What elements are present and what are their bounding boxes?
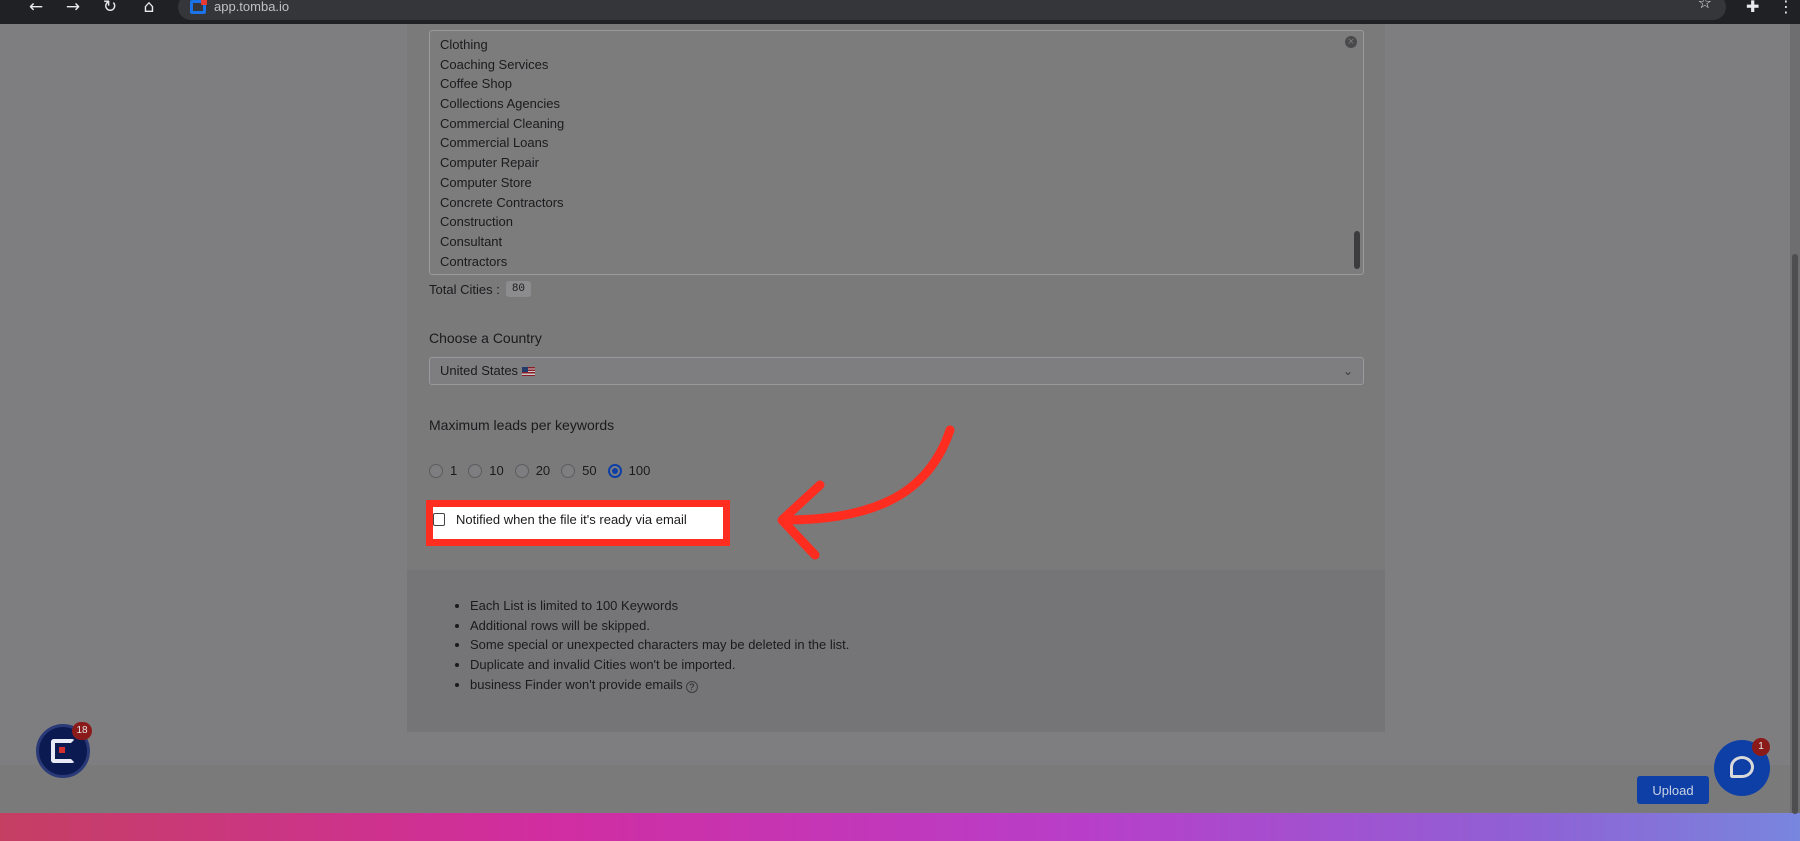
leads-option-1[interactable]: 1	[429, 463, 457, 478]
city-item: Collections Agencies	[440, 96, 560, 112]
page-scrollbar[interactable]	[1790, 24, 1800, 814]
city-item: Consultant	[440, 233, 503, 249]
radio-button[interactable]	[561, 463, 576, 478]
reload-icon[interactable]: ↻	[100, 0, 120, 16]
note-item: Some special or unexpected characters ma…	[470, 635, 849, 655]
chevron-down-icon: ⌄	[1342, 364, 1353, 378]
chat-bubble-icon	[1730, 756, 1754, 778]
page-scroll-thumb[interactable]	[1792, 254, 1798, 814]
leads-label: Maximum leads per keywords	[429, 417, 615, 433]
total-cities-badge: 80	[505, 281, 532, 297]
city-item: Commercial Loans	[440, 135, 549, 151]
city-item: Commercial Cleaning	[440, 115, 565, 131]
city-item: Coffee Shop	[440, 76, 513, 92]
note-item: business Finder won't provide emails?	[470, 675, 849, 695]
notify-checkbox[interactable]	[433, 513, 445, 526]
note-item: Each List is limited to 100 Keywords	[470, 596, 849, 616]
cities-textarea[interactable]: Clothing Coaching Services Coffee Shop Coll…	[429, 30, 1364, 275]
tomba-count-badge: 18	[72, 722, 92, 740]
footer-bar	[0, 765, 1800, 813]
leads-option-20[interactable]: 20	[514, 463, 551, 478]
city-item: Computer Repair	[440, 155, 539, 171]
url-text: app.tomba.io	[214, 0, 290, 14]
radio-label: 20	[535, 463, 551, 478]
note-text: Additional rows will be skipped.	[470, 617, 650, 633]
cities-list: Clothing Coaching Services Coffee Shop Coll…	[430, 31, 1363, 271]
radio-button[interactable]	[429, 463, 443, 478]
note-item: Additional rows will be skipped.	[470, 616, 849, 636]
city-item: Computer Store	[440, 174, 532, 190]
textarea-scrollbar[interactable]	[1354, 231, 1360, 269]
note-text: Some special or unexpected characters ma…	[470, 637, 850, 653]
radio-button[interactable]	[514, 463, 529, 478]
country-value: United States	[440, 363, 519, 378]
total-cities: Total Cities : 80	[429, 281, 532, 297]
country-select[interactable]: United States ⌄	[429, 357, 1364, 385]
city-item: Construction	[440, 214, 513, 230]
tomba-favicon-icon	[190, 0, 207, 14]
radio-button[interactable]	[468, 463, 483, 478]
tomba-logo-icon	[51, 739, 75, 763]
city-item: Contractors	[440, 253, 508, 269]
us-flag-icon	[522, 367, 536, 376]
leads-option-100[interactable]: 100	[607, 463, 651, 478]
country-label: Choose a Country	[429, 330, 542, 346]
note-text: business Finder won't provide emails	[470, 676, 683, 692]
notify-highlight-box: Notified when the file it's ready via em…	[426, 500, 730, 546]
note-text: Duplicate and invalid Cities won't be im…	[470, 657, 736, 673]
city-item: Concrete Contractors	[440, 194, 564, 210]
browser-menu-icon[interactable]: ⋮	[1778, 0, 1794, 15]
leads-option-10[interactable]: 10	[468, 463, 504, 478]
leads-option-50[interactable]: 50	[561, 463, 597, 478]
city-item: Clothing	[440, 37, 488, 52]
leads-radio-group: 1 10 20 50 100	[429, 463, 650, 478]
notify-label: Notified when the file it's ready via em…	[456, 512, 687, 527]
radio-label: 1	[450, 463, 458, 478]
note-text: Each List is limited to 100 Keywords	[470, 598, 679, 613]
note-item: Duplicate and invalid Cities won't be im…	[470, 655, 849, 675]
total-cities-label: Total Cities :	[429, 281, 500, 297]
radio-label: 50	[582, 463, 597, 478]
red-arrow-annotation	[777, 425, 955, 560]
gradient-strip	[0, 813, 1800, 841]
notify-option[interactable]: Notified when the file it's ready via em…	[433, 512, 687, 527]
chat-count-badge: 1	[1752, 738, 1770, 756]
notes-list: Each List is limited to 100 Keywords Addi…	[470, 596, 849, 694]
bookmark-star-icon[interactable]: ☆	[1698, 0, 1712, 11]
home-icon[interactable]: ⌂	[139, 0, 159, 16]
radio-label: 10	[489, 463, 504, 478]
extensions-puzzle-icon[interactable]: ✚	[1746, 0, 1766, 16]
upload-button[interactable]: Upload	[1637, 776, 1709, 804]
radio-label: 100	[628, 463, 651, 478]
radio-button[interactable]	[607, 463, 622, 478]
city-item: Coaching Services	[440, 56, 549, 72]
back-icon[interactable]: ←	[26, 0, 46, 16]
address-bar[interactable]: app.tomba.io ☆	[178, 0, 1726, 20]
forward-icon[interactable]: →	[63, 0, 83, 16]
clear-icon[interactable]: ×	[1345, 36, 1357, 48]
browser-toolbar: ← → ↻ ⌂ app.tomba.io ☆ ✚ ⋮	[0, 0, 1800, 24]
help-icon[interactable]: ?	[685, 680, 698, 693]
